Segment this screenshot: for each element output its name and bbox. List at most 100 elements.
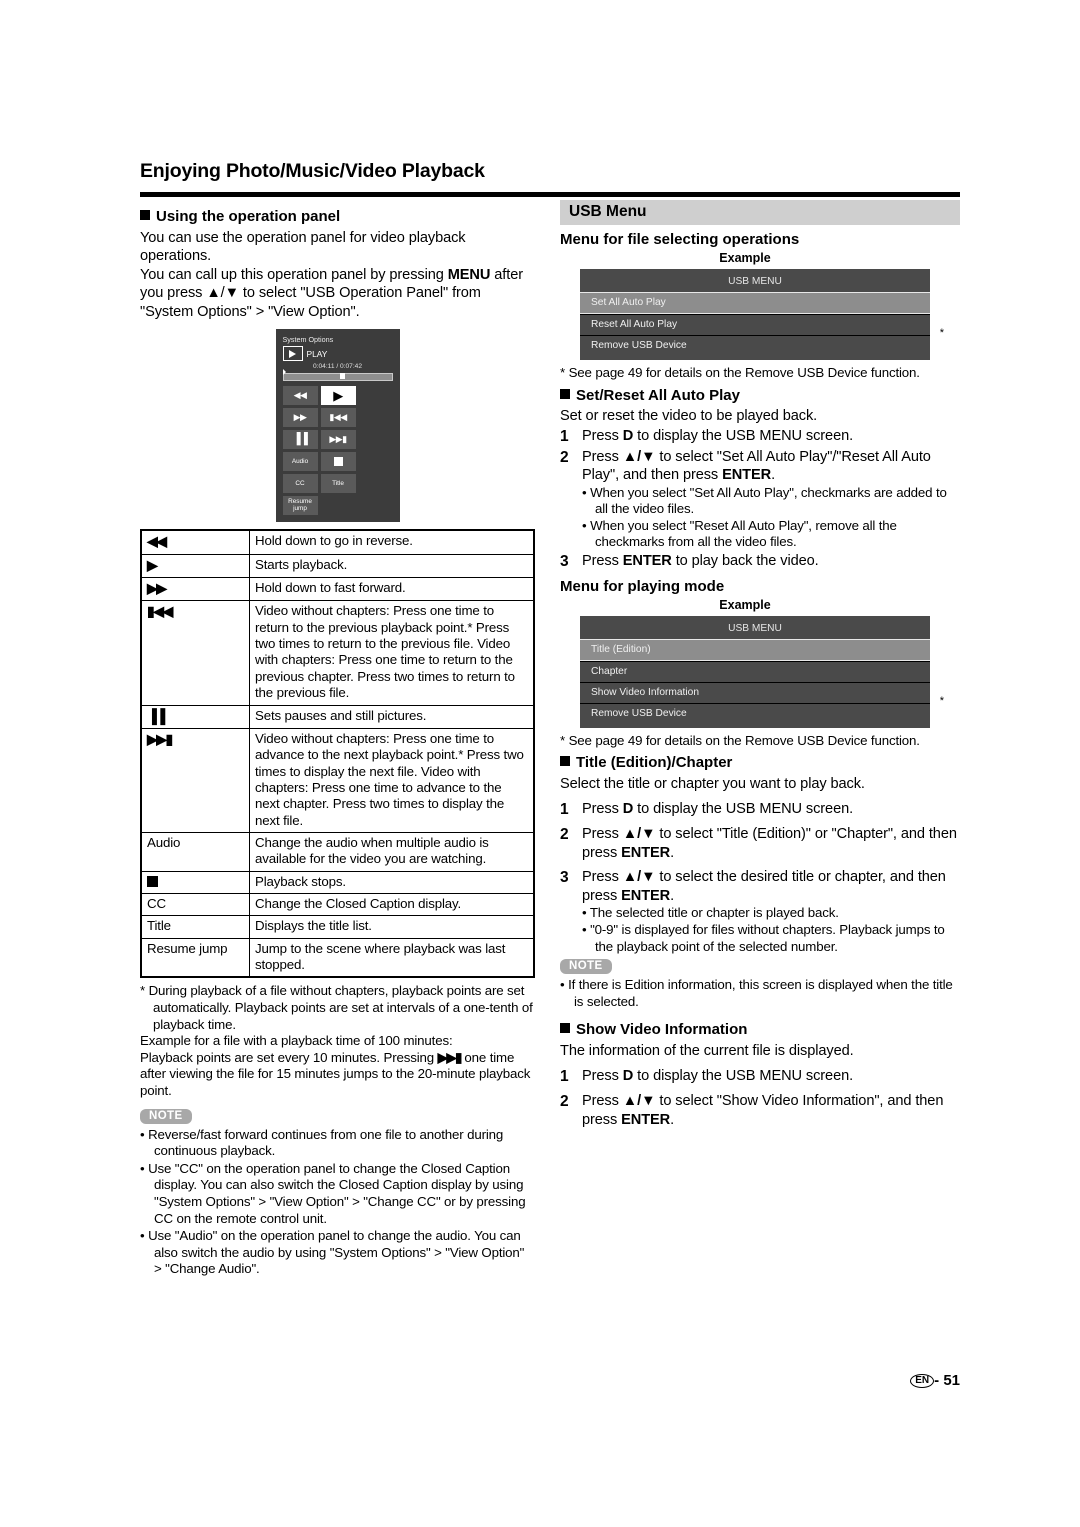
next-icon: ▶▶▮ bbox=[147, 730, 173, 747]
show-video-steps: 1 Press D to display the USB MENU screen… bbox=[560, 1061, 960, 1130]
next-icon: ▶▶▮ bbox=[329, 434, 347, 445]
usb-menu-example-file-select: USB MENU Set All Auto Play Reset All Aut… bbox=[580, 269, 944, 360]
operation-panel-buttons: ◀◀ ▶ ▶▶ ▮◀◀ ▐▐ ▶▶▮ Audio CC Title Resume… bbox=[282, 386, 393, 516]
step: 2 Press ▲/▼ to select "Show Video Inform… bbox=[560, 1092, 960, 1129]
step-text: Press ▲/▼ to select "Title (Edition)" or… bbox=[582, 826, 957, 861]
table-row: Title Displays the title list. bbox=[140, 915, 535, 939]
usb-menu-item-remove-usb-device[interactable]: Remove USB Device bbox=[580, 335, 930, 356]
panel-audio-button[interactable]: Audio bbox=[282, 452, 318, 472]
row-desc: Hold down to fast forward. bbox=[249, 577, 535, 602]
seek-knob[interactable] bbox=[339, 373, 345, 380]
panel-fast-forward-button[interactable]: ▶▶ bbox=[282, 408, 318, 428]
row-key: ▮◀◀ bbox=[140, 600, 250, 706]
footnote-example-line-2: Playback points are set every 10 minutes… bbox=[140, 1050, 535, 1100]
list-item: When you select "Set All Auto Play", che… bbox=[560, 485, 960, 518]
table-row: ▶▶ Hold down to fast forward. bbox=[140, 577, 535, 602]
page-content: Enjoying Photo/Music/Video Playback Usin… bbox=[140, 0, 960, 1527]
table-row: ▶▶▮ Video without chapters: Press one ti… bbox=[140, 727, 535, 833]
right-footnote-2: * See page 49 for details on the Remove … bbox=[560, 733, 960, 750]
panel-stop-button[interactable] bbox=[320, 452, 356, 472]
panel-title-button[interactable]: Title bbox=[320, 474, 356, 494]
cc-label: CC bbox=[295, 479, 305, 487]
row-key: Resume jump bbox=[140, 937, 250, 978]
step: 1 Press D to display the USB MENU screen… bbox=[560, 800, 960, 820]
table-row: ▐▐ Sets pauses and still pictures. bbox=[140, 704, 535, 729]
footnote-example-line-1: Example for a file with a playback time … bbox=[140, 1033, 453, 1049]
panel-play-button[interactable]: ▶ bbox=[320, 386, 356, 406]
usb-menu-example-playing-mode: USB MENU Title (Edition) Chapter Show Vi… bbox=[580, 615, 944, 728]
row-desc: Jump to the scene where playback was las… bbox=[249, 937, 535, 978]
panel-previous-button[interactable]: ▮◀◀ bbox=[320, 408, 356, 428]
list-item: When you select "Reset All Auto Play", r… bbox=[560, 518, 960, 551]
section-heading-set-reset-all-auto-play: Set/Reset All Auto Play bbox=[560, 387, 960, 406]
list-item: The selected title or chapter is played … bbox=[560, 905, 960, 922]
usb-menu-item-show-video-information[interactable]: Show Video Information bbox=[580, 681, 930, 703]
footnote-marker: * bbox=[939, 327, 944, 339]
row-desc: Video without chapters: Press one time t… bbox=[249, 600, 535, 706]
step: 2 Press ▲/▼ to select "Title (Edition)" … bbox=[560, 825, 960, 862]
operation-panel: System Options PLAY 0:04:11 / 0:07:42 ◀◀… bbox=[275, 329, 400, 523]
right-footnote-1: * See page 49 for details on the Remove … bbox=[560, 365, 960, 382]
row-desc: Starts playback. bbox=[249, 553, 535, 579]
step-number: 3 bbox=[560, 553, 569, 571]
panel-next-button[interactable]: ▶▶▮ bbox=[320, 430, 356, 450]
step-number: 1 bbox=[560, 427, 569, 445]
example-label: Example bbox=[719, 597, 771, 612]
usb-menu-item-remove-usb-device[interactable]: Remove USB Device bbox=[580, 702, 930, 724]
row-key: ◀◀ bbox=[140, 529, 250, 555]
row-desc: Change the audio when multiple audio is … bbox=[249, 831, 535, 872]
panel-pause-button[interactable]: ▐▐ bbox=[282, 430, 318, 450]
example-label: Example bbox=[719, 251, 771, 265]
row-desc: Displays the title list. bbox=[249, 915, 535, 939]
note-badge: NOTE bbox=[140, 1108, 192, 1124]
resume-jump-label: Resume jump bbox=[288, 498, 312, 512]
left-note-list: Reverse/fast forward continues from one … bbox=[140, 1127, 535, 1278]
page-footer: EN - 51 bbox=[140, 1372, 960, 1389]
next-icon: ▶▶▮ bbox=[437, 1049, 463, 1065]
section-heading-using-operation-panel: Using the operation panel bbox=[140, 208, 535, 227]
table-row: CC Change the Closed Caption display. bbox=[140, 892, 535, 917]
step-text: Press ▲/▼ to select "Show Video Informat… bbox=[582, 1093, 944, 1128]
row-key: ▶▶ bbox=[140, 577, 250, 602]
panel-rewind-button[interactable]: ◀◀ bbox=[282, 386, 318, 406]
step: 2 Press ▲/▼ to select "Set All Auto Play… bbox=[560, 448, 960, 485]
playback-time: 0:04:11 / 0:07:42 bbox=[312, 363, 362, 371]
page-number: 51 bbox=[943, 1372, 960, 1389]
panel-cc-button[interactable]: CC bbox=[282, 474, 318, 494]
page-title: Enjoying Photo/Music/Video Playback bbox=[140, 160, 485, 182]
stop-icon bbox=[333, 457, 343, 467]
list-item: If there is Edition information, this sc… bbox=[560, 977, 960, 1010]
play-icon: ▶ bbox=[333, 388, 343, 404]
step-text: Press D to display the USB MENU screen. bbox=[582, 800, 854, 817]
right-column: USB Menu Menu for file selecting operati… bbox=[560, 200, 960, 1129]
step-number: 2 bbox=[560, 448, 569, 466]
pause-icon: ▐▐ bbox=[147, 707, 165, 724]
title-chapter-bullets: The selected title or chapter is played … bbox=[560, 905, 960, 955]
step-text: Press ▲/▼ to select "Set All Auto Play"/… bbox=[582, 448, 931, 484]
row-key: CC bbox=[140, 892, 250, 917]
table-row: ▶ Starts playback. bbox=[140, 553, 535, 579]
audio-label: Audio bbox=[291, 457, 309, 465]
usb-menu-item-chapter[interactable]: Chapter bbox=[580, 660, 930, 682]
menu-keyword: MENU bbox=[447, 266, 491, 283]
previous-icon: ▮◀◀ bbox=[329, 412, 347, 423]
play-state-label: PLAY bbox=[306, 348, 328, 359]
panel-resume-jump-button[interactable]: Resume jump bbox=[282, 496, 318, 516]
usb-menu-item-set-all-auto-play[interactable]: Set All Auto Play bbox=[580, 292, 930, 314]
seek-bar[interactable] bbox=[282, 369, 393, 382]
operation-panel-status-row: PLAY bbox=[282, 346, 393, 362]
pause-icon: ▐▐ bbox=[292, 433, 308, 446]
show-video-intro: The information of the current file is d… bbox=[560, 1043, 854, 1060]
section-heading-title-edition-chapter: Title (Edition)/Chapter bbox=[560, 754, 960, 773]
footnote-asterisk: * During playback of a file without chap… bbox=[140, 983, 533, 1032]
fast-forward-icon: ▶▶ bbox=[293, 412, 307, 423]
row-key: ▐▐ bbox=[140, 704, 250, 729]
usb-menu-item-title-edition[interactable]: Title (Edition) bbox=[580, 638, 930, 661]
row-desc: Hold down to go in reverse. bbox=[249, 529, 535, 555]
seek-start-marker bbox=[282, 369, 286, 376]
usb-menu-item-reset-all-auto-play[interactable]: Reset All Auto Play bbox=[580, 314, 930, 335]
step-text: Press D to display the USB MENU screen. bbox=[582, 1067, 854, 1084]
row-key bbox=[140, 870, 250, 894]
step-number: 1 bbox=[560, 800, 569, 818]
fast-forward-icon: ▶▶ bbox=[147, 580, 167, 597]
